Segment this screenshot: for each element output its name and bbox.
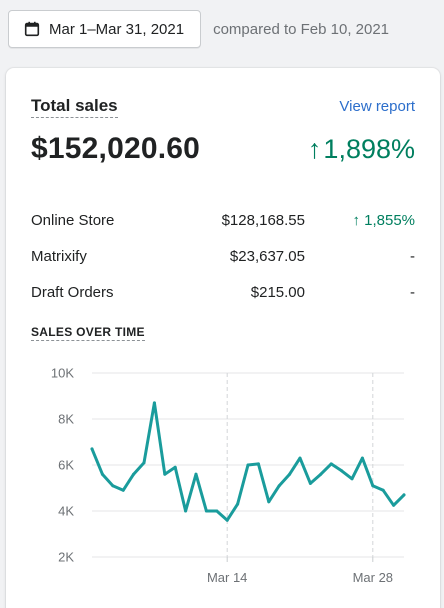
channel-amount: $23,637.05: [229, 247, 305, 265]
channel-amount: $215.00: [250, 283, 305, 301]
toolbar: Mar 1–Mar 31, 2021 compared to Feb 10, 2…: [8, 10, 436, 48]
data-point: [225, 518, 229, 522]
sales-over-time-chart: 10K 8K 6K 4K 2K Mar 14 Mar 28: [51, 366, 406, 585]
data-point: [350, 477, 354, 481]
view-report-link[interactable]: View report: [339, 98, 415, 115]
data-point: [329, 462, 333, 466]
x-tick-label: Mar 14: [207, 570, 247, 585]
y-tick-label: 2K: [58, 550, 74, 565]
channel-name: Draft Orders: [31, 283, 114, 301]
total-sales-card: Total sales View report $152,020.60 ↑ 1,…: [6, 68, 440, 608]
data-point: [152, 401, 156, 405]
channel-row: Draft Orders $215.00 -: [31, 274, 415, 310]
total-change: ↑ 1,898%: [308, 134, 415, 165]
data-point: [277, 484, 281, 488]
channel-name: Online Store: [31, 211, 115, 229]
channel-amount: $128,168.55: [221, 211, 305, 229]
data-point: [194, 472, 198, 476]
total-change-value: 1,898%: [323, 134, 415, 164]
total-sales-value: $152,020.60: [31, 132, 201, 165]
card-title[interactable]: Total sales: [31, 96, 118, 118]
sales-series-line: [90, 401, 406, 522]
date-range-button[interactable]: Mar 1–Mar 31, 2021: [8, 10, 202, 48]
data-point: [184, 509, 188, 513]
y-tick-label: 8K: [58, 412, 74, 427]
up-arrow-icon: ↑: [307, 134, 322, 164]
data-point: [267, 500, 271, 504]
card-header: Total sales View report: [31, 96, 415, 118]
data-point: [371, 484, 375, 488]
data-point: [204, 509, 208, 513]
channel-change: -: [410, 283, 415, 301]
data-point: [142, 461, 146, 465]
date-range-label: Mar 1–Mar 31, 2021: [49, 20, 185, 38]
data-point: [173, 465, 177, 469]
data-point: [340, 469, 344, 473]
channel-row: Online Store $128,168.55 ↑ 1,855%: [31, 202, 415, 238]
data-point: [360, 456, 364, 460]
calendar-icon: [24, 21, 40, 37]
data-point: [236, 502, 240, 506]
x-tick-label: Mar 28: [353, 570, 393, 585]
data-point: [288, 472, 292, 476]
data-point: [256, 462, 260, 466]
data-point: [163, 472, 167, 476]
data-point: [121, 488, 125, 492]
total-row: $152,020.60 ↑ 1,898%: [31, 132, 415, 166]
y-tick-label: 6K: [58, 458, 74, 473]
data-point: [381, 488, 385, 492]
channel-name: Matrixify: [31, 247, 87, 265]
data-point: [298, 456, 302, 460]
data-point: [90, 447, 94, 451]
data-point: [319, 472, 323, 476]
data-point: [215, 509, 219, 513]
y-tick-label: 10K: [51, 366, 74, 381]
data-point: [402, 493, 406, 497]
data-point: [308, 481, 312, 485]
data-point: [246, 463, 250, 467]
data-point: [132, 472, 136, 476]
data-point: [100, 472, 104, 476]
channel-breakdown: Online Store $128,168.55 ↑ 1,855% Matrix…: [31, 202, 415, 310]
data-point: [111, 484, 115, 488]
data-point: [392, 503, 396, 507]
channel-change: -: [410, 247, 415, 265]
comparison-text: compared to Feb 10, 2021: [213, 20, 390, 38]
y-tick-label: 4K: [58, 504, 74, 519]
channel-change: ↑ 1,855%: [352, 211, 415, 229]
chart-section-label[interactable]: SALES OVER TIME: [31, 325, 145, 341]
channel-row: Matrixify $23,637.05 -: [31, 238, 415, 274]
